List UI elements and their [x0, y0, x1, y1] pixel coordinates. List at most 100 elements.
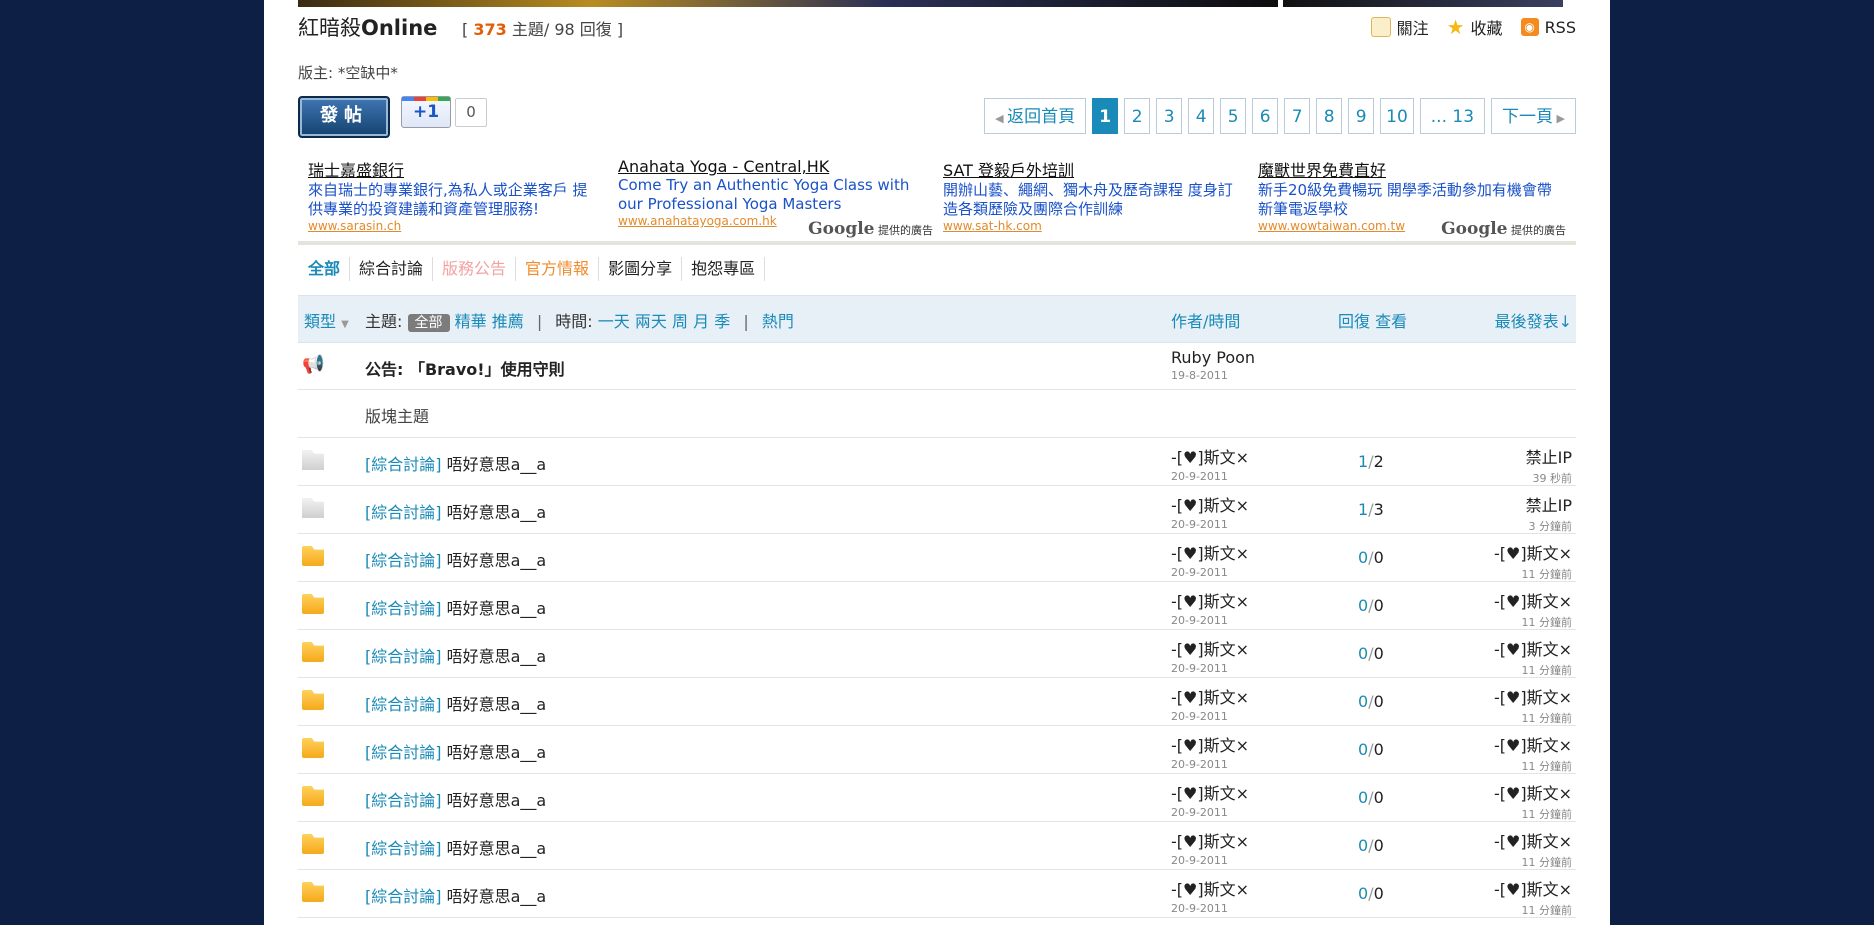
thread-title[interactable]: 唔好意思a__a [447, 743, 547, 762]
last-page-link[interactable]: ... 13 [1419, 98, 1486, 134]
filter-one-day[interactable]: 一天 [598, 312, 630, 331]
ad-item[interactable]: Anahata Yoga - Central,HK Come Try an Au… [608, 155, 933, 241]
thread-category-tag[interactable]: [綜合討論] [365, 599, 442, 618]
last-post-user[interactable]: -[♥]斯文× [1494, 732, 1572, 756]
last-post-time[interactable]: 11 分鐘前 [1494, 710, 1573, 726]
ad-item[interactable]: 魔獸世界免費直好 新手20級免費暢玩 開學季活動參加有機會帶新筆電返學校 www… [1248, 155, 1566, 241]
plusone-button[interactable]: +1 [401, 96, 451, 128]
thread-category-tag[interactable]: [綜合討論] [365, 839, 442, 858]
last-post-time[interactable]: 39 秒前 [1526, 470, 1573, 486]
author-name[interactable]: -[♥]斯文× [1171, 828, 1249, 852]
last-post-time[interactable]: 11 分鐘前 [1494, 566, 1573, 582]
ad-title[interactable]: SAT 登毅戶外培訓 [943, 157, 1238, 181]
last-post-user[interactable]: -[♥]斯文× [1494, 636, 1572, 660]
last-post-user[interactable]: -[♥]斯文× [1494, 828, 1572, 852]
last-post-time[interactable]: 11 分鐘前 [1494, 662, 1573, 678]
last-post-header[interactable]: 最後發表↓ [1495, 308, 1572, 332]
thread-title[interactable]: 唔好意思a__a [447, 455, 547, 474]
last-post-time[interactable]: 11 分鐘前 [1494, 902, 1573, 918]
thread-category-tag[interactable]: [綜合討論] [365, 791, 442, 810]
thread-title[interactable]: 唔好意思a__a [447, 647, 547, 666]
author-name[interactable]: -[♥]斯文× [1171, 876, 1249, 900]
filter-season[interactable]: 季 [714, 312, 730, 331]
page-link[interactable]: 7 [1284, 98, 1311, 134]
thread-title[interactable]: 唔好意思a__a [447, 695, 547, 714]
table-row[interactable]: [綜合討論] 唔好意思a__a -[♥]斯文× 20-9-2011 0/0 -[… [298, 678, 1576, 726]
announcement-title[interactable]: 公告: 「Bravo!」使用守則 [365, 356, 565, 380]
filter-all[interactable]: 全部 [407, 314, 450, 332]
tab-complaint[interactable]: 抱怨專區 [682, 257, 766, 281]
thread-category-tag[interactable]: [綜合討論] [365, 551, 442, 570]
table-row[interactable]: [綜合討論] 唔好意思a__a -[♥]斯文× 20-9-2011 0/0 -[… [298, 822, 1576, 870]
last-post-user[interactable]: -[♥]斯文× [1494, 588, 1572, 612]
last-post-time[interactable]: 11 分鐘前 [1494, 758, 1573, 774]
announcement-row[interactable]: 📢 公告: 「Bravo!」使用守則 Ruby Poon 19-8-2011 [298, 342, 1576, 390]
thread-title[interactable]: 唔好意思a__a [447, 887, 547, 906]
page-link[interactable]: 9 [1348, 98, 1375, 134]
ad-item[interactable]: 瑞士嘉盛銀行 來自瑞士的專業銀行,為私人或企業客戶 提供專業的投資建議和資產管理… [298, 155, 608, 241]
reply-view-header[interactable]: 回復 查看 [1338, 308, 1407, 332]
ad-title[interactable]: 魔獸世界免費直好 [1258, 157, 1556, 181]
ad-item[interactable]: SAT 登毅戶外培訓 開辦山藝、繩網、獨木舟及歷奇課程 度身訂造各類歷險及團際合… [933, 155, 1248, 241]
thread-title[interactable]: 唔好意思a__a [447, 503, 547, 522]
table-row[interactable]: [綜合討論] 唔好意思a__a -[♥]斯文× 20-9-2011 0/0 -[… [298, 774, 1576, 822]
page-link[interactable]: 6 [1252, 98, 1279, 134]
filter-week[interactable]: 周 [672, 312, 688, 331]
last-post-time[interactable]: 11 分鐘前 [1494, 806, 1573, 822]
back-home-button[interactable]: ◀ 返回首頁 [984, 98, 1087, 134]
author-name[interactable]: -[♥]斯文× [1171, 732, 1249, 756]
author-name[interactable]: -[♥]斯文× [1171, 444, 1249, 468]
thread-category-tag[interactable]: [綜合討論] [365, 455, 442, 474]
type-filter[interactable]: 類型 ▼ [304, 308, 349, 332]
last-post-user[interactable]: 禁止IP [1526, 492, 1572, 516]
author-time-header[interactable]: 作者/時間 [1171, 308, 1240, 332]
rss-link[interactable]: ◉ RSS [1520, 15, 1576, 39]
filter-elite[interactable]: 精華 [455, 312, 487, 331]
thread-title[interactable]: 唔好意思a__a [447, 791, 547, 810]
tab-media[interactable]: 影圖分享 [599, 257, 683, 281]
favorite-link[interactable]: ★ 收藏 [1447, 15, 1503, 39]
last-post-user[interactable]: 禁止IP [1526, 444, 1572, 468]
thread-category-tag[interactable]: [綜合討論] [365, 695, 442, 714]
last-post-user[interactable]: -[♥]斯文× [1494, 876, 1572, 900]
page-link[interactable]: 4 [1188, 98, 1215, 134]
filter-hot[interactable]: 熱門 [762, 312, 794, 331]
last-post-user[interactable]: -[♥]斯文× [1494, 780, 1572, 804]
thread-title[interactable]: 唔好意思a__a [447, 599, 547, 618]
table-row[interactable]: [綜合討論] 唔好意思a__a -[♥]斯文× 20-9-2011 0/0 -[… [298, 870, 1576, 918]
table-row[interactable]: [綜合討論] 唔好意思a__a -[♥]斯文× 20-9-2011 0/0 -[… [298, 726, 1576, 774]
ad-title[interactable]: Anahata Yoga - Central,HK [618, 157, 923, 176]
thread-category-tag[interactable]: [綜合討論] [365, 503, 442, 522]
page-link[interactable]: 5 [1220, 98, 1247, 134]
table-row[interactable]: [綜合討論] 唔好意思a__a -[♥]斯文× 20-9-2011 0/0 -[… [298, 582, 1576, 630]
page-link[interactable]: 8 [1316, 98, 1343, 134]
google-ads-label[interactable]: Google 提供的廣告 [808, 219, 933, 239]
ad-url[interactable]: www.sat-hk.com [943, 219, 1238, 233]
last-post-user[interactable]: -[♥]斯文× [1494, 684, 1572, 708]
follow-link[interactable]: 關注 [1370, 15, 1429, 39]
google-ads-label[interactable]: Google 提供的廣告 [1441, 219, 1566, 239]
filter-recommend[interactable]: 推薦 [492, 312, 524, 331]
author-name[interactable]: -[♥]斯文× [1171, 540, 1249, 564]
filter-month[interactable]: 月 [693, 312, 709, 331]
ad-title[interactable]: 瑞士嘉盛銀行 [308, 157, 598, 181]
page-link[interactable]: 10 [1380, 98, 1414, 134]
last-post-time[interactable]: 11 分鐘前 [1494, 614, 1573, 630]
table-row[interactable]: [綜合討論] 唔好意思a__a -[♥]斯文× 20-9-2011 0/0 -[… [298, 630, 1576, 678]
page-link[interactable]: 2 [1124, 98, 1151, 134]
top-banner[interactable] [298, 0, 1278, 7]
last-post-time[interactable]: 11 分鐘前 [1494, 854, 1573, 870]
thread-category-tag[interactable]: [綜合討論] [365, 743, 442, 762]
author-name[interactable]: -[♥]斯文× [1171, 780, 1249, 804]
author-name[interactable]: -[♥]斯文× [1171, 636, 1249, 660]
page-link[interactable]: 1 [1092, 98, 1119, 134]
author-name[interactable]: Ruby Poon [1171, 348, 1255, 367]
author-name[interactable]: -[♥]斯文× [1171, 492, 1249, 516]
page-link[interactable]: 3 [1156, 98, 1183, 134]
thread-category-tag[interactable]: [綜合討論] [365, 647, 442, 666]
tab-official[interactable]: 官方情報 [516, 257, 600, 281]
ad-url[interactable]: www.sarasin.ch [308, 219, 598, 233]
table-row[interactable]: [綜合討論] 唔好意思a__a -[♥]斯文× 20-9-2011 1/2 禁止… [298, 438, 1576, 486]
next-page-button[interactable]: 下一頁 ▶ [1491, 98, 1576, 134]
thread-title[interactable]: 唔好意思a__a [447, 551, 547, 570]
